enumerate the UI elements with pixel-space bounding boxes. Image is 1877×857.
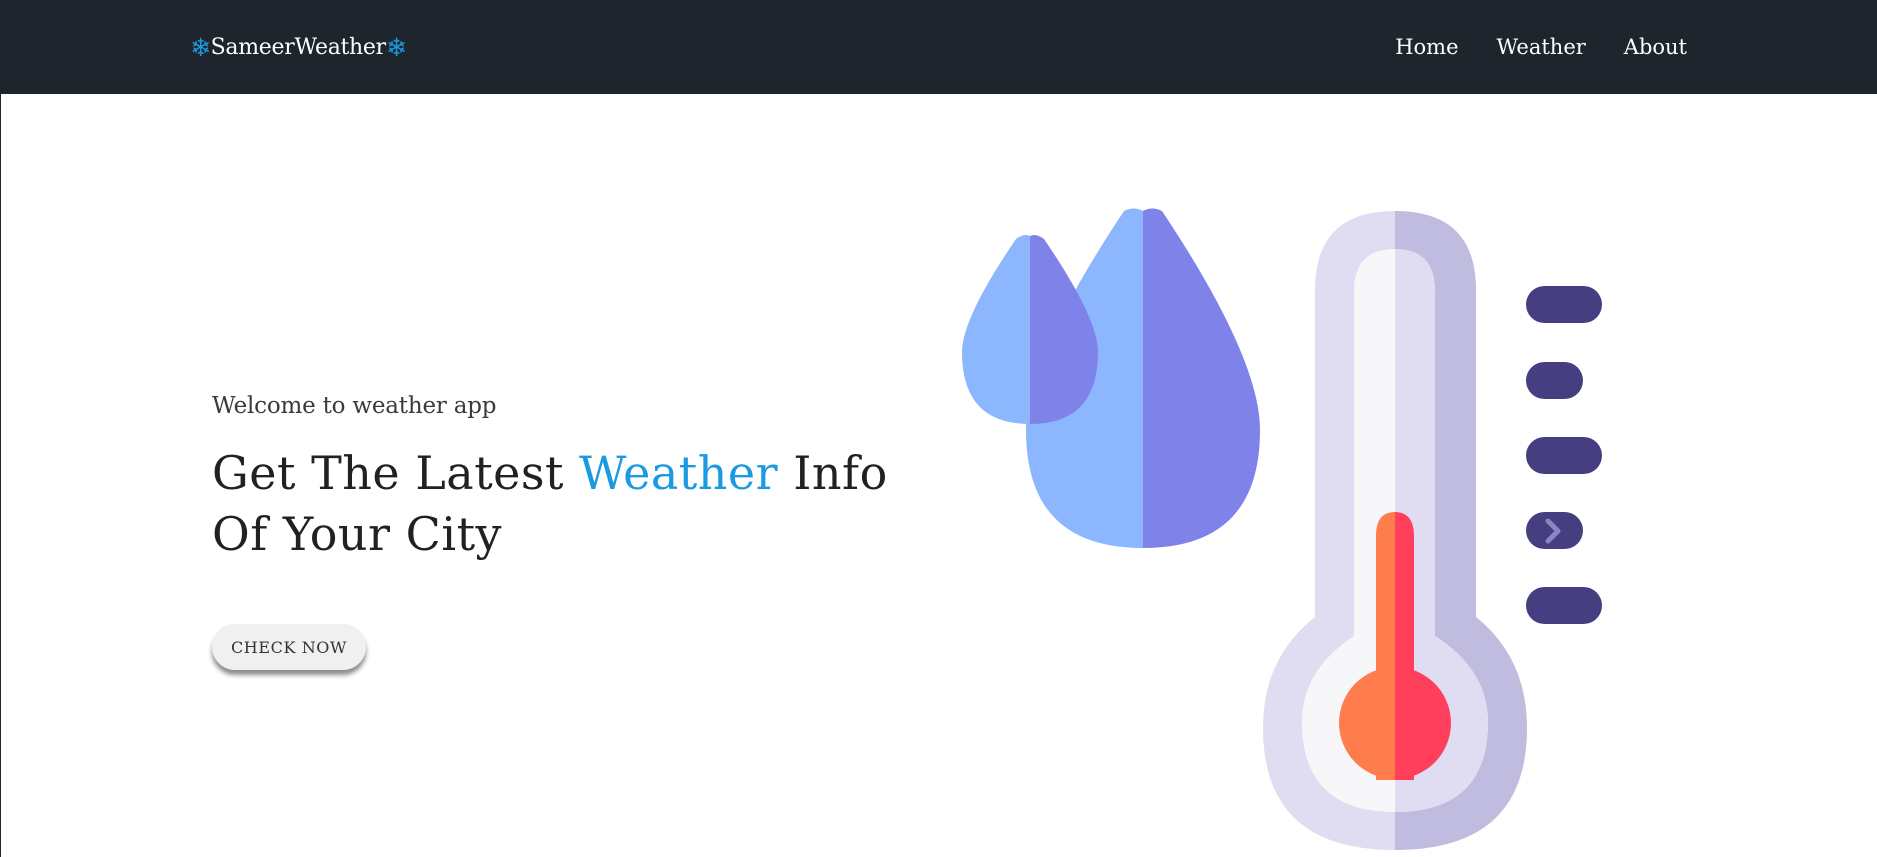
headline-accent: Weather bbox=[579, 446, 779, 500]
illustration-svg bbox=[962, 208, 1602, 850]
headline-text: Get The Latest bbox=[212, 446, 580, 500]
hero-headline: Get The Latest Weather Info Of Your City bbox=[212, 443, 952, 565]
nav-link-about[interactable]: About bbox=[1624, 35, 1687, 59]
nav-links: Home Weather About bbox=[1395, 30, 1687, 64]
thermometer-icon bbox=[1263, 211, 1527, 850]
window-edge bbox=[0, 0, 1, 857]
welcome-text: Welcome to weather app bbox=[212, 393, 497, 419]
check-now-button[interactable]: CHECK NOW bbox=[212, 624, 366, 670]
brand-name: SameerWeather bbox=[210, 34, 387, 60]
snowflake-icon: ❄ bbox=[190, 32, 211, 62]
nav-link-weather[interactable]: Weather bbox=[1497, 35, 1586, 59]
nav-link-home[interactable]: Home bbox=[1395, 35, 1458, 59]
snowflake-icon: ❄ bbox=[385, 32, 407, 62]
hero-section: Welcome to weather app Get The Latest We… bbox=[212, 393, 952, 565]
raindrop-icon bbox=[962, 208, 1260, 548]
weather-illustration bbox=[950, 200, 1630, 857]
brand-logo[interactable]: ❄ SameerWeather ❄ bbox=[190, 30, 407, 64]
navbar: ❄ SameerWeather ❄ Home Weather About bbox=[0, 0, 1877, 94]
temperature-scale-marks bbox=[1526, 286, 1602, 624]
